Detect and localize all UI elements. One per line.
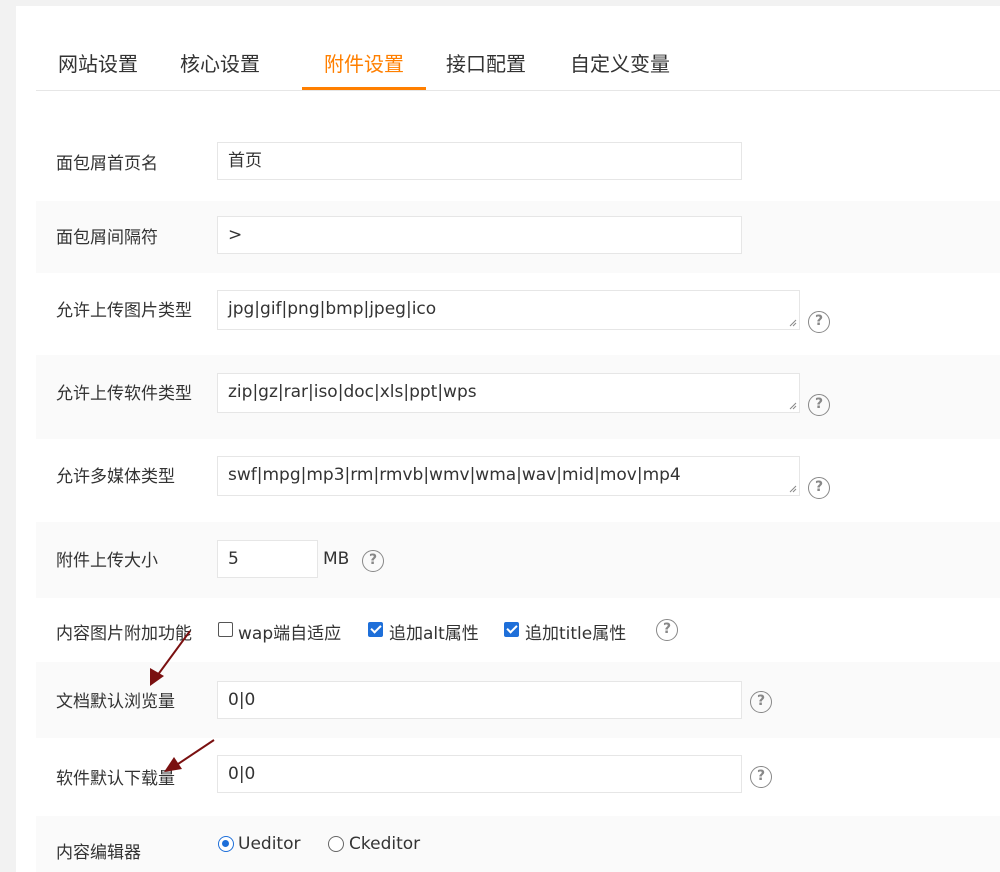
wap-adapt-checkbox[interactable] [218,622,233,637]
tab-custom-variables[interactable]: 自定义变量 [570,48,670,77]
form-row-image-types: 允许上传图片类型 jpg|gif|png|bmp|jpeg|ico ? [36,273,1000,355]
field-label: 文档默认浏览量 [56,692,175,712]
help-icon[interactable]: ? [808,311,830,333]
help-icon[interactable]: ? [362,550,384,572]
image-types-textarea[interactable]: jpg|gif|png|bmp|jpeg|ico [217,290,800,330]
tab-attachment-settings[interactable]: 附件设置 [324,48,404,77]
form-row-doc-views: 文档默认浏览量 0|0 ? [36,662,1000,738]
field-label: 允许上传软件类型 [56,384,192,404]
form-row-breadcrumb-separator: 面包屑间隔符 > [36,201,1000,273]
software-types-textarea[interactable]: zip|gz|rar|iso|doc|xls|ppt|wps [217,373,800,413]
breadcrumb-separator-input[interactable]: > [217,216,742,254]
form-row-editor: 内容编辑器 Ueditor Ckeditor [36,816,1000,872]
help-icon[interactable]: ? [750,766,772,788]
ueditor-label[interactable]: Ueditor [238,834,300,854]
tab-bar: 网站设置 核心设置 附件设置 接口配置 自定义变量 [36,6,1000,91]
active-tab-indicator [302,87,426,90]
resize-grip-icon[interactable] [787,317,797,327]
media-types-textarea[interactable]: swf|mpg|mp3|rm|rmvb|wmv|wma|wav|mid|mov|… [217,456,800,496]
form-row-upload-size: 附件上传大小 5 MB ? [36,522,1000,598]
add-alt-checkbox[interactable] [368,622,383,637]
textarea-value: zip|gz|rar|iso|doc|xls|ppt|wps [228,382,477,402]
help-icon[interactable]: ? [808,477,830,499]
add-title-checkbox[interactable] [504,622,519,637]
field-label: 附件上传大小 [56,551,158,571]
field-label: 内容图片附加功能 [56,624,192,644]
form-row-image-extra: 内容图片附加功能 wap端自适应 追加alt属性 追加title属性 ? [36,598,1000,662]
field-label: 允许上传图片类型 [56,301,192,321]
resize-grip-icon[interactable] [787,483,797,493]
resize-grip-icon[interactable] [787,400,797,410]
tab-api-config[interactable]: 接口配置 [446,48,526,77]
textarea-value: jpg|gif|png|bmp|jpeg|ico [228,299,437,319]
help-icon[interactable]: ? [750,691,772,713]
wap-adapt-label[interactable]: wap端自适应 [238,619,341,644]
textarea-value: swf|mpg|mp3|rm|rmvb|wmv|wma|wav|mid|mov|… [228,465,681,485]
form-row-breadcrumb-home: 面包屑首页名 首页 [36,125,1000,201]
settings-panel: 网站设置 核心设置 附件设置 接口配置 自定义变量 面包屑首页名 首页 面包屑间… [16,6,1000,872]
form-row-soft-downloads: 软件默认下载量 0|0 ? [36,738,1000,816]
upload-size-input[interactable]: 5 [217,540,318,578]
form-row-software-types: 允许上传软件类型 zip|gz|rar|iso|doc|xls|ppt|wps … [36,355,1000,439]
ckeditor-label[interactable]: Ckeditor [349,834,420,854]
soft-downloads-input[interactable]: 0|0 [217,755,742,793]
tab-core-settings[interactable]: 核心设置 [180,48,260,77]
field-label: 软件默认下载量 [56,769,175,789]
add-title-label[interactable]: 追加title属性 [525,619,626,644]
tab-site-settings[interactable]: 网站设置 [58,48,138,77]
ckeditor-radio[interactable] [328,836,344,852]
breadcrumb-home-input[interactable]: 首页 [217,142,742,180]
field-label: 允许多媒体类型 [56,467,175,487]
doc-views-input[interactable]: 0|0 [217,681,742,719]
form-row-media-types: 允许多媒体类型 swf|mpg|mp3|rm|rmvb|wmv|wma|wav|… [36,439,1000,522]
field-label: 面包屑首页名 [56,154,158,174]
upload-size-unit: MB [323,549,350,569]
add-alt-label[interactable]: 追加alt属性 [389,619,479,644]
help-icon[interactable]: ? [656,619,678,641]
help-icon[interactable]: ? [808,394,830,416]
field-label: 面包屑间隔符 [56,228,158,248]
ueditor-radio[interactable] [218,836,234,852]
field-label: 内容编辑器 [56,843,141,863]
